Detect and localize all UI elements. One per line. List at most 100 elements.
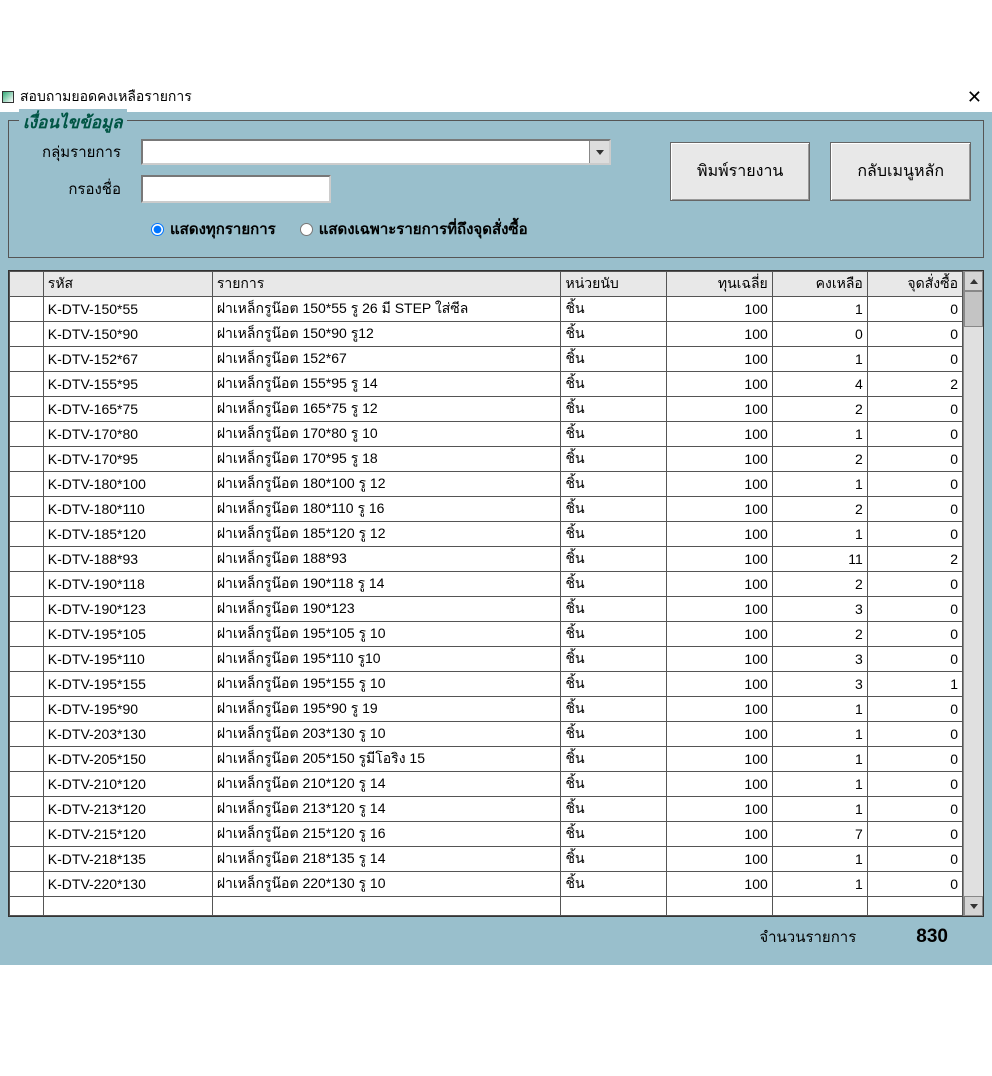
cell-desc: ฝาเหล็กรูน๊อต 165*75 รู 12 [212,397,561,422]
table-row[interactable]: K-DTV-218*135ฝาเหล็กรูน๊อต 218*135 รู 14… [10,847,963,872]
print-report-button[interactable]: พิมพ์รายงาน [670,142,810,201]
radio-show-all[interactable]: แสดงทุกรายการ [151,217,276,241]
filter-input[interactable] [141,175,331,203]
table-row[interactable]: K-DTV-180*110ฝาเหล็กรูน๊อต 180*110 รู 16… [10,497,963,522]
table-row[interactable]: K-DTV-180*100ฝาเหล็กรูน๊อต 180*100 รู 12… [10,472,963,497]
cell-order: 0 [867,347,962,372]
col-code[interactable]: รหัส [43,272,212,297]
table-row[interactable]: K-DTV-185*120ฝาเหล็กรูน๊อต 185*120 รู 12… [10,522,963,547]
cell-desc: ฝาเหล็กรูน๊อต 170*80 รู 10 [212,422,561,447]
row-selector[interactable] [10,472,44,497]
cell-order: 0 [867,447,962,472]
cell-stock: 1 [772,422,867,447]
group-dropdown-input[interactable] [143,141,589,163]
cell-cost: 100 [667,397,773,422]
cell-code: K-DTV-195*155 [43,672,212,697]
row-selector[interactable] [10,397,44,422]
table-row[interactable]: K-DTV-205*150ฝาเหล็กรูน๊อต 205*150 รูมีโ… [10,747,963,772]
cell-cost: 100 [667,622,773,647]
cell-order: 0 [867,522,962,547]
table-row[interactable]: K-DTV-188*93ฝาเหล็กรูน๊อต 188*93ชิ้น1001… [10,547,963,572]
row-selector[interactable] [10,447,44,472]
cell-stock: 0 [772,322,867,347]
table-row[interactable]: K-DTV-215*120ฝาเหล็กรูน๊อต 215*120 รู 16… [10,822,963,847]
row-selector[interactable] [10,672,44,697]
close-icon[interactable]: ✕ [963,87,986,108]
back-menu-button[interactable]: กลับเมนูหลัก [830,142,971,201]
cell-desc: ฝาเหล็กรูน๊อต 170*95 รู 18 [212,447,561,472]
cell-cost: 100 [667,797,773,822]
row-selector[interactable] [10,422,44,447]
group-dropdown[interactable] [141,139,611,165]
footer-label: จำนวนรายการ [759,925,856,949]
row-selector[interactable] [10,297,44,322]
scroll-down-button[interactable] [964,896,983,916]
row-selector[interactable] [10,797,44,822]
group-label: กลุ่มรายการ [21,140,131,164]
scroll-thumb[interactable] [964,291,983,327]
row-selector[interactable] [10,722,44,747]
row-selector[interactable] [10,647,44,672]
cell-order: 0 [867,647,962,672]
row-selector[interactable] [10,822,44,847]
table-row[interactable]: K-DTV-150*90ฝาเหล็กรูน๊อต 150*90 รู12ชิ้… [10,322,963,347]
row-selector[interactable] [10,497,44,522]
table-row[interactable]: K-DTV-195*90ฝาเหล็กรูน๊อต 195*90 รู 19ชิ… [10,697,963,722]
table-row[interactable]: K-DTV-155*95ฝาเหล็กรูน๊อต 155*95 รู 14ชิ… [10,372,963,397]
row-selector[interactable] [10,372,44,397]
table-row[interactable]: K-DTV-150*55ฝาเหล็กรูน๊อต 150*55 รู 26 ม… [10,297,963,322]
scroll-track[interactable] [964,291,983,896]
table-row[interactable]: K-DTV-170*95ฝาเหล็กรูน๊อต 170*95 รู 18ชิ… [10,447,963,472]
cell-cost: 100 [667,472,773,497]
cell-unit: ชิ้น [561,722,667,747]
row-selector[interactable] [10,597,44,622]
cell-order: 0 [867,397,962,422]
table-row[interactable] [10,897,963,916]
vertical-scrollbar[interactable] [963,271,983,916]
table-row[interactable]: K-DTV-190*123ฝาเหล็กรูน๊อต 190*123ชิ้น10… [10,597,963,622]
row-selector[interactable] [10,847,44,872]
row-selector[interactable] [10,522,44,547]
row-selector[interactable] [10,872,44,897]
col-selector[interactable] [10,272,44,297]
dropdown-button[interactable] [589,141,609,163]
row-selector[interactable] [10,572,44,597]
row-selector[interactable] [10,347,44,372]
cell-cost: 100 [667,447,773,472]
radio-show-reorder-input[interactable] [300,223,313,236]
scroll-up-button[interactable] [964,271,983,291]
table-row[interactable]: K-DTV-195*105ฝาเหล็กรูน๊อต 195*105 รู 10… [10,622,963,647]
col-order[interactable]: จุดสั่งซื้อ [867,272,962,297]
cell-unit: ชิ้น [561,422,667,447]
table-row[interactable]: K-DTV-152*67ฝาเหล็กรูน๊อต 152*67ชิ้น1001… [10,347,963,372]
cell-code: K-DTV-170*80 [43,422,212,447]
table-row[interactable]: K-DTV-195*110ฝาเหล็กรูน๊อต 195*110 รู10ช… [10,647,963,672]
row-selector[interactable] [10,747,44,772]
table-row[interactable]: K-DTV-203*130ฝาเหล็กรูน๊อต 203*130 รู 10… [10,722,963,747]
cell-code: K-DTV-155*95 [43,372,212,397]
col-unit[interactable]: หน่วยนับ [561,272,667,297]
row-selector[interactable] [10,772,44,797]
col-cost[interactable]: ทุนเฉลี่ย [667,272,773,297]
col-desc[interactable]: รายการ [212,272,561,297]
cell-unit: ชิ้น [561,547,667,572]
table-row[interactable]: K-DTV-213*120ฝาเหล็กรูน๊อต 213*120 รู 14… [10,797,963,822]
table-row[interactable]: K-DTV-190*118ฝาเหล็กรูน๊อต 190*118 รู 14… [10,572,963,597]
cell-stock: 1 [772,747,867,772]
col-stock[interactable]: คงเหลือ [772,272,867,297]
table-row[interactable]: K-DTV-165*75ฝาเหล็กรูน๊อต 165*75 รู 12ชิ… [10,397,963,422]
table-row[interactable]: K-DTV-210*120ฝาเหล็กรูน๊อต 210*120 รู 14… [10,772,963,797]
cell-stock: 1 [772,347,867,372]
row-selector[interactable] [10,547,44,572]
row-selector[interactable] [10,322,44,347]
table-row[interactable]: K-DTV-195*155ฝาเหล็กรูน๊อต 195*155 รู 10… [10,672,963,697]
table-row[interactable]: K-DTV-220*130ฝาเหล็กรูน๊อต 220*130 รู 10… [10,872,963,897]
row-selector[interactable] [10,622,44,647]
radio-show-reorder-label: แสดงเฉพาะรายการที่ถึงจุดสั่งซื้อ [319,217,528,241]
cell-stock: 3 [772,597,867,622]
radio-show-all-input[interactable] [151,223,164,236]
cell-order: 0 [867,497,962,522]
row-selector[interactable] [10,697,44,722]
table-row[interactable]: K-DTV-170*80ฝาเหล็กรูน๊อต 170*80 รู 10ชิ… [10,422,963,447]
radio-show-reorder[interactable]: แสดงเฉพาะรายการที่ถึงจุดสั่งซื้อ [300,217,528,241]
